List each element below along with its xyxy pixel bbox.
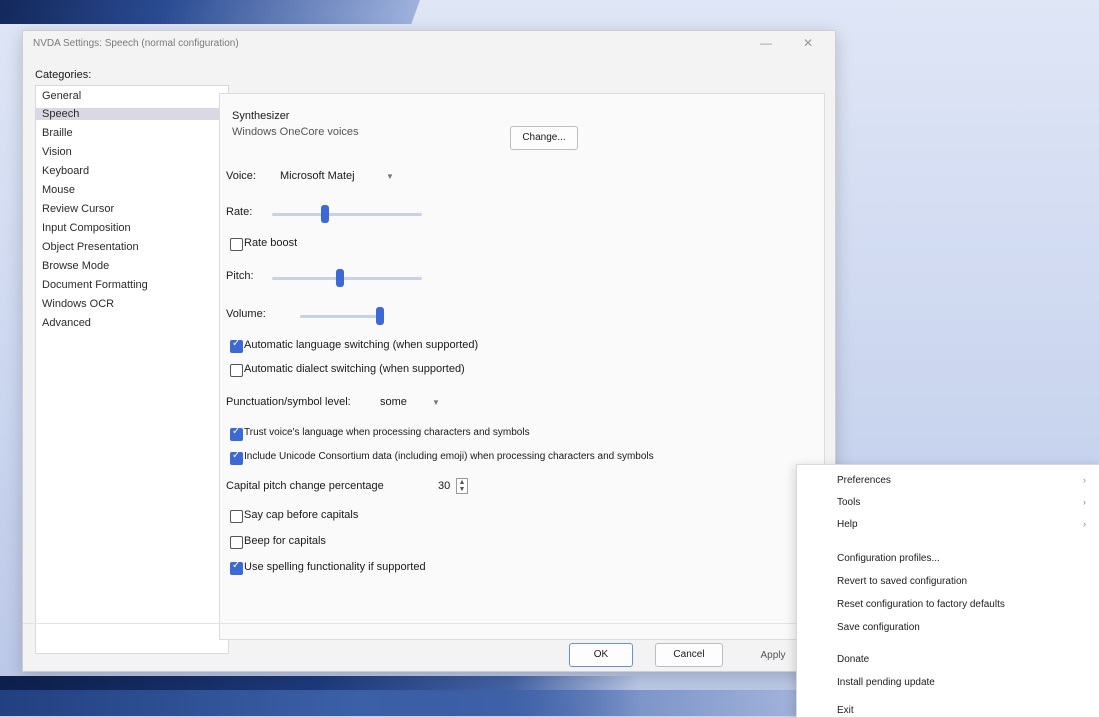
menu-item-exit[interactable]: Exit bbox=[837, 705, 854, 716]
rate-label: Rate: bbox=[226, 206, 253, 218]
menu-item-reset-factory[interactable]: Reset configuration to factory defaults bbox=[837, 599, 1005, 610]
capital-pitch-input[interactable]: 30 bbox=[438, 480, 450, 492]
capital-pitch-spinner-icon[interactable]: ▲ ▼ bbox=[456, 478, 468, 494]
nvda-settings-dialog: NVDA Settings: Speech (normal configurat… bbox=[22, 30, 836, 672]
category-review-cursor[interactable]: Review Cursor bbox=[42, 203, 114, 215]
window-title: NVDA Settings: Speech (normal configurat… bbox=[33, 38, 239, 49]
category-browse-mode[interactable]: Browse Mode bbox=[42, 260, 109, 272]
speech-settings-panel: Synthesizer Windows OneCore voices Chang… bbox=[219, 93, 825, 640]
nvda-context-menu: Preferences › Tools › Help › Configurati… bbox=[796, 464, 1099, 718]
category-general[interactable]: General bbox=[42, 90, 81, 102]
capital-pitch-label: Capital pitch change percentage bbox=[226, 480, 384, 492]
punctuation-level-select[interactable]: some bbox=[380, 396, 407, 408]
category-advanced[interactable]: Advanced bbox=[42, 317, 91, 329]
spelling-functionality-checkbox[interactable] bbox=[230, 560, 243, 575]
menu-item-tools[interactable]: Tools bbox=[837, 497, 860, 508]
category-mouse[interactable]: Mouse bbox=[42, 184, 75, 196]
rate-slider[interactable] bbox=[272, 213, 422, 216]
cancel-button[interactable]: Cancel bbox=[655, 643, 723, 667]
unicode-cldr-checkbox[interactable] bbox=[230, 450, 243, 465]
beep-capitals-label: Beep for capitals bbox=[244, 535, 326, 547]
pitch-label: Pitch: bbox=[226, 270, 254, 282]
auto-dialect-label: Automatic dialect switching (when suppor… bbox=[244, 363, 465, 375]
voice-label: Voice: bbox=[226, 170, 256, 182]
synthesizer-group-label: Synthesizer bbox=[232, 110, 290, 122]
auto-language-label: Automatic language switching (when suppo… bbox=[244, 339, 479, 351]
close-button[interactable]: ✕ bbox=[795, 36, 821, 52]
punctuation-chevron-down-icon: ▼ bbox=[432, 398, 440, 407]
volume-label: Volume: bbox=[226, 308, 266, 320]
say-cap-checkbox[interactable] bbox=[230, 510, 243, 523]
categories-label: Categories: bbox=[35, 69, 92, 81]
synthesizer-value: Windows OneCore voices bbox=[232, 126, 359, 138]
category-speech[interactable]: Speech bbox=[36, 108, 222, 120]
voice-select[interactable]: Microsoft Matej bbox=[280, 170, 355, 182]
tools-chevron-right-icon: › bbox=[1083, 497, 1086, 507]
menu-item-help[interactable]: Help bbox=[837, 519, 858, 530]
category-braille[interactable]: Braille bbox=[42, 127, 73, 139]
voice-chevron-down-icon: ▼ bbox=[386, 172, 394, 181]
punctuation-level-label: Punctuation/symbol level: bbox=[226, 396, 351, 408]
say-cap-label: Say cap before capitals bbox=[244, 509, 359, 521]
ok-button[interactable]: OK bbox=[569, 643, 633, 667]
volume-slider-thumb[interactable] bbox=[376, 307, 384, 325]
menu-item-configuration-profiles[interactable]: Configuration profiles... bbox=[837, 553, 940, 564]
menu-item-save-configuration[interactable]: Save configuration bbox=[837, 622, 920, 633]
menu-item-revert-saved[interactable]: Revert to saved configuration bbox=[837, 576, 967, 587]
apply-button[interactable]: Apply bbox=[743, 645, 803, 667]
pitch-slider[interactable] bbox=[272, 277, 422, 280]
categories-list[interactable]: General Speech Braille Vision Keyboard M… bbox=[35, 85, 229, 654]
wallpaper-swoosh-bottom-2 bbox=[0, 690, 900, 716]
title-bar[interactable]: NVDA Settings: Speech (normal configurat… bbox=[23, 31, 835, 57]
auto-dialect-checkbox[interactable] bbox=[230, 364, 243, 377]
rate-slider-thumb[interactable] bbox=[320, 205, 329, 223]
minimize-button[interactable]: — bbox=[753, 36, 779, 52]
rate-boost-checkbox[interactable] bbox=[230, 238, 243, 251]
rate-boost-label: Rate boost bbox=[244, 237, 298, 249]
help-chevron-right-icon: › bbox=[1083, 519, 1086, 529]
category-windows-ocr[interactable]: Windows OCR bbox=[42, 298, 114, 310]
category-object-presentation[interactable]: Object Presentation bbox=[42, 241, 139, 253]
volume-slider[interactable] bbox=[300, 315, 380, 318]
wallpaper-swoosh-top bbox=[0, 0, 421, 24]
auto-language-checkbox[interactable] bbox=[230, 338, 243, 353]
menu-item-preferences[interactable]: Preferences bbox=[837, 475, 891, 486]
menu-item-donate[interactable]: Donate bbox=[837, 654, 869, 665]
change-synthesizer-button[interactable]: Change... bbox=[510, 126, 578, 150]
category-input-composition[interactable]: Input Composition bbox=[42, 222, 131, 234]
beep-capitals-checkbox[interactable] bbox=[230, 536, 243, 549]
category-vision[interactable]: Vision bbox=[42, 146, 72, 158]
footer-divider bbox=[23, 623, 835, 624]
spelling-functionality-label: Use spelling functionality if supported bbox=[244, 561, 426, 573]
pitch-slider-thumb[interactable] bbox=[335, 269, 344, 287]
preferences-chevron-right-icon: › bbox=[1083, 475, 1086, 485]
menu-item-install-update[interactable]: Install pending update bbox=[837, 677, 935, 688]
trust-voice-language-checkbox[interactable] bbox=[230, 426, 243, 441]
unicode-cldr-label: Include Unicode Consortium data (includi… bbox=[244, 451, 654, 462]
category-keyboard[interactable]: Keyboard bbox=[42, 165, 89, 177]
trust-voice-language-label: Trust voice's language when processing c… bbox=[244, 427, 530, 438]
category-document-formatting[interactable]: Document Formatting bbox=[42, 279, 148, 291]
